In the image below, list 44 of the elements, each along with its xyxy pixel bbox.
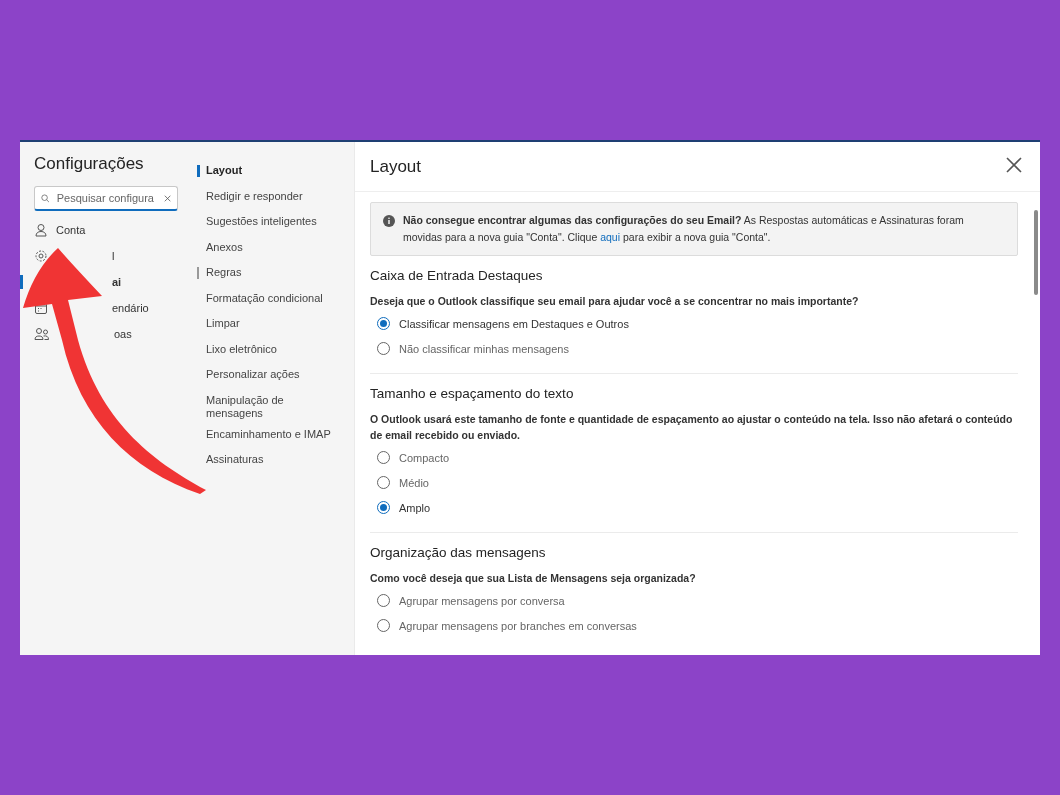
person-icon (34, 223, 48, 237)
sidebar-item[interactable]: l (112, 250, 115, 262)
sidebar-item[interactable]: ai (112, 276, 122, 288)
nav-item[interactable]: Regras (192, 262, 354, 288)
section-title: Caixa de Entrada Destaques (370, 268, 544, 283)
nav-item[interactable]: Formatação condicional (192, 287, 354, 313)
section-question: Deseja que o Outlook classifique seu email para ajudar você a se concentrar no mais importante? (370, 294, 860, 309)
search-icon (41, 192, 50, 204)
section-title: Organização das mensagens (370, 545, 547, 560)
search-field[interactable]: Pesquisar configura (54, 191, 159, 205)
section-title: Tamanho e espaçamento do texto (370, 386, 575, 401)
sidebar-item[interactable]: oas (114, 328, 132, 340)
radio-option[interactable]: Classificar mensagens em Destaques e Outros (370, 311, 629, 336)
section-question: Como você deseja que sua Lista de Mensagens seja organizada? (370, 571, 697, 586)
radio-option[interactable]: Agrupar mensagens por conversa (370, 588, 565, 613)
nav-item[interactable]: Assinaturas (192, 449, 354, 475)
radio-option[interactable]: Médio (370, 470, 429, 495)
nav-item[interactable]: Manipulação de mensagens (192, 389, 354, 424)
settings-title: Configurações (34, 154, 145, 174)
clear-icon[interactable] (163, 193, 171, 203)
radio-option[interactable]: Agrupar mensagens por branches em conversas (370, 613, 637, 638)
nav-item[interactable]: Sugestões inteligentes (192, 211, 354, 237)
panel-title: Layout (370, 156, 422, 177)
nav-item[interactable]: Limpar (192, 313, 354, 339)
section-question: O Outlook usará este tamanho de fonte e quantidade de espaçamento ao ajustar o conteúdo na tela. Isso não afetará o conteúdo de email recebido ou enviado. (370, 412, 1014, 443)
close-icon (1006, 157, 1022, 173)
here-link[interactable]: aqui (600, 231, 621, 243)
nav-item[interactable]: Redigir e responder (192, 185, 354, 211)
search-box[interactable]: Pesquisar configura (34, 186, 178, 211)
nav-item[interactable]: Layout (192, 160, 354, 186)
gear-icon (34, 249, 48, 263)
radio-option[interactable]: Amplo (370, 495, 431, 520)
nav-item[interactable]: Personalizar ações (192, 364, 354, 390)
sidebar-item[interactable]: endário (112, 302, 149, 314)
radio-option[interactable]: Não classificar minhas mensagens (370, 336, 569, 361)
nav-item[interactable]: Lixo eletrônico (192, 338, 354, 364)
radio-option[interactable]: Compacto (370, 445, 450, 470)
info-message: Não consegue encontrar algumas das configurações do seu Email? As Respostas automáticas e Assinaturas foram movidas para a nova guia "Conta". Clique aqui para exibir a nova guia "Conta". (403, 213, 965, 245)
sidebar-item[interactable]: Conta (56, 224, 86, 236)
info-icon (383, 215, 395, 227)
nav-item[interactable]: Anexos (192, 236, 354, 262)
selection-marker (20, 275, 23, 289)
people-icon (34, 327, 50, 341)
nav-item[interactable]: Encaminhamento e IMAP (192, 423, 354, 449)
